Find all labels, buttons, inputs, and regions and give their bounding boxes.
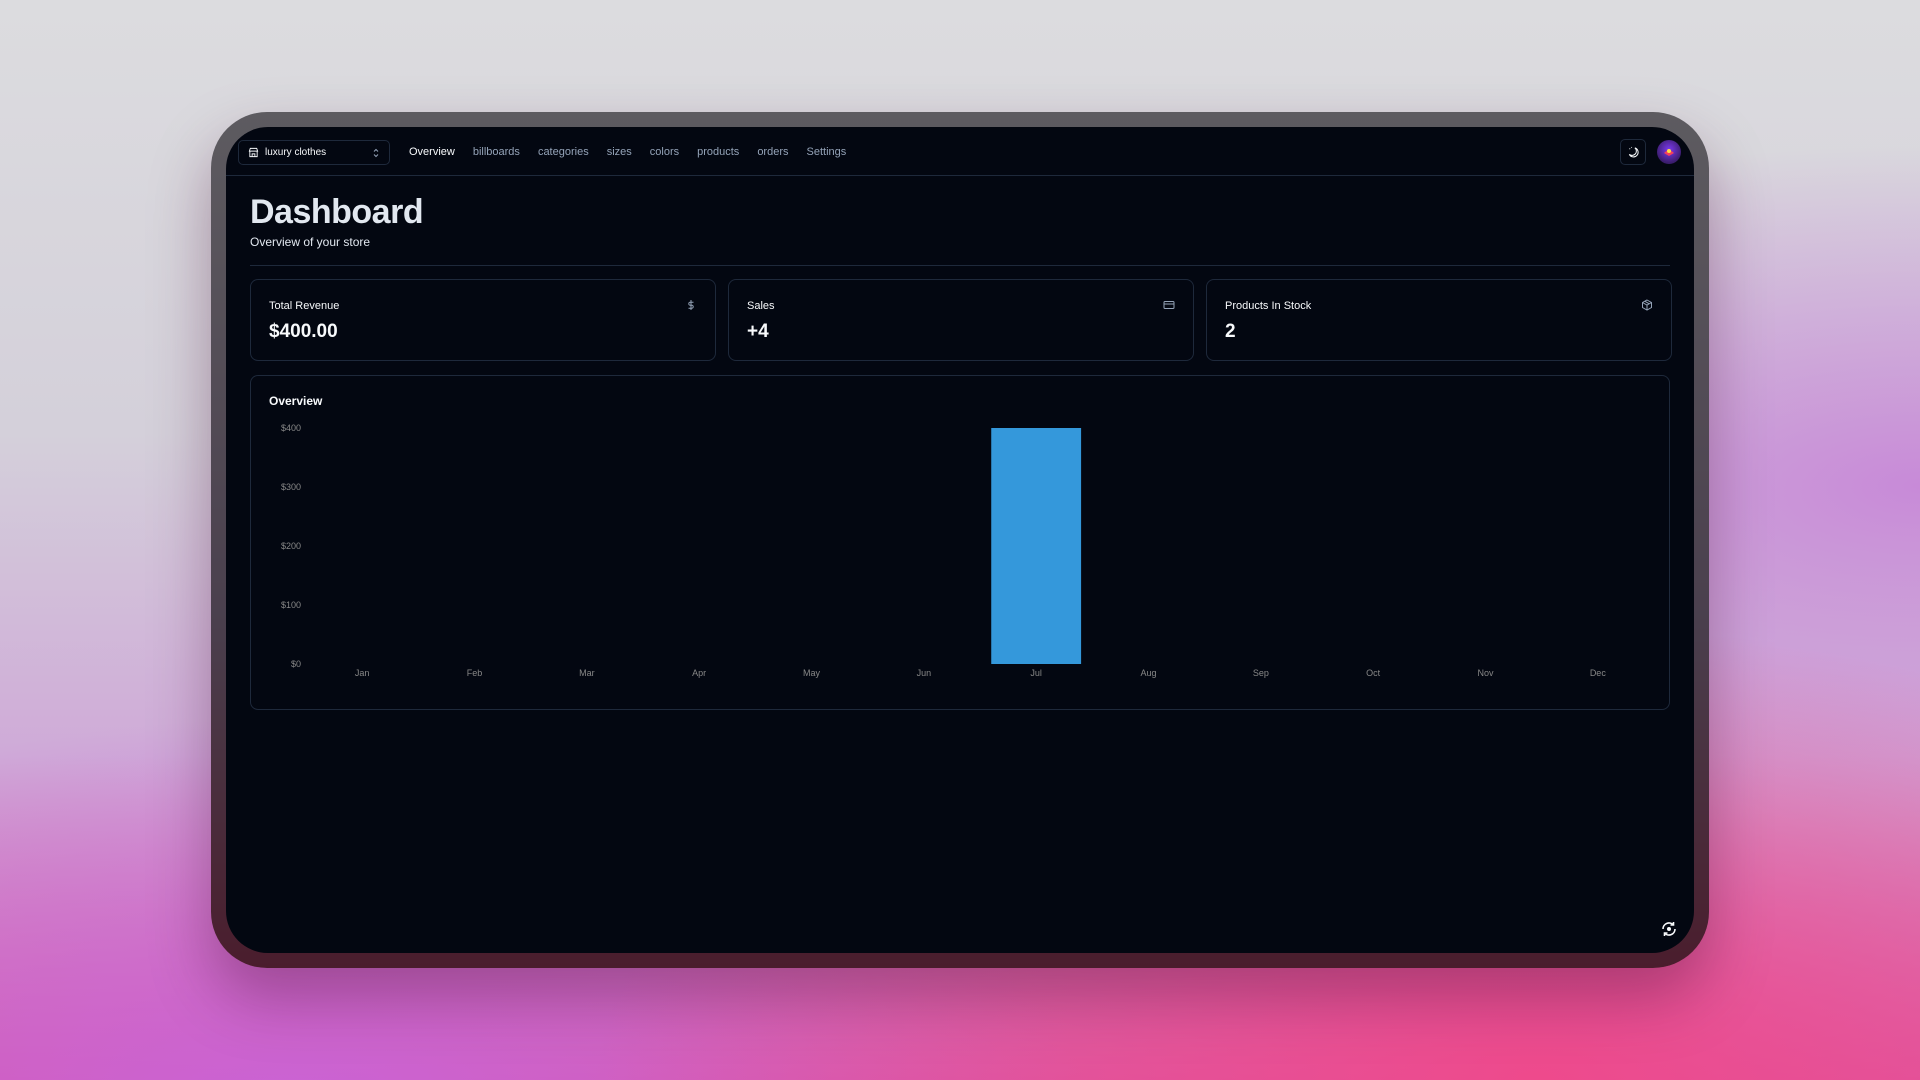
card-title: Total Revenue	[269, 300, 340, 312]
chevrons-up-down-icon	[373, 148, 379, 158]
user-avatar[interactable]	[1657, 140, 1681, 164]
card-value: +4	[747, 321, 769, 342]
credit-card-icon	[1163, 301, 1175, 309]
nav-link-products[interactable]: products	[697, 146, 739, 158]
page-subtitle: Overview of your store	[250, 235, 371, 249]
x-tick-label: Jun	[917, 668, 932, 678]
card-sales: Sales +4	[728, 279, 1194, 361]
moon-icon	[1628, 146, 1639, 157]
card-products-in-stock: Products In Stock 2	[1206, 279, 1672, 361]
avatar-image-icon	[1664, 149, 1674, 156]
x-tick-label: Sep	[1253, 668, 1269, 678]
nav-link-overview[interactable]: Overview	[409, 146, 455, 158]
x-tick-label: Mar	[579, 668, 595, 678]
store-switcher-label: luxury clothes	[265, 147, 327, 158]
y-tick-label: $0	[291, 659, 301, 669]
sync-icon	[1662, 922, 1676, 936]
x-tick-label: Oct	[1366, 668, 1381, 678]
x-tick-label: Aug	[1140, 668, 1156, 678]
card-title: Products In Stock	[1225, 300, 1312, 312]
store-switcher[interactable]: luxury clothes	[238, 140, 390, 165]
app-screen: luxury clothes Overview billboards categ…	[226, 127, 1694, 953]
main-nav: Overview billboards categories sizes col…	[409, 127, 864, 176]
sync-button[interactable]	[1658, 918, 1680, 940]
card-value: 2	[1225, 321, 1236, 342]
x-tick-label: May	[803, 668, 821, 678]
overview-chart-card: Overview $0 $100 $200 $300 $400 Jan Feb Mar Apr M…	[250, 375, 1670, 710]
nav-link-orders[interactable]: orders	[757, 146, 788, 158]
x-tick-label: Dec	[1590, 668, 1607, 678]
header-divider	[250, 265, 1670, 266]
dollar-icon	[688, 300, 694, 310]
y-tick-label: $200	[281, 541, 301, 551]
page-title: Dashboard	[250, 193, 424, 231]
card-value: $400.00	[269, 321, 338, 342]
y-tick-label: $400	[281, 423, 301, 433]
x-tick-label: Feb	[467, 668, 483, 678]
card-total-revenue: Total Revenue $400.00	[250, 279, 716, 361]
nav-link-categories[interactable]: categories	[538, 146, 589, 158]
x-tick-label: Apr	[692, 668, 706, 678]
store-icon	[248, 147, 259, 158]
x-tick-label: Jan	[355, 668, 370, 678]
package-icon	[1642, 299, 1652, 311]
overview-bar-chart: $0 $100 $200 $300 $400 Jan Feb Mar Apr May Jun Jul A…	[281, 423, 1607, 678]
nav-link-colors[interactable]: colors	[650, 146, 679, 158]
top-navbar: luxury clothes Overview billboards categ…	[226, 127, 1694, 176]
nav-link-settings[interactable]: Settings	[807, 146, 847, 158]
y-tick-label: $300	[281, 482, 301, 492]
y-tick-label: $100	[281, 600, 301, 610]
nav-link-billboards[interactable]: billboards	[473, 146, 520, 158]
card-title: Sales	[747, 300, 775, 312]
nav-link-sizes[interactable]: sizes	[607, 146, 632, 158]
x-tick-label: Nov	[1477, 668, 1494, 678]
x-tick-label: Jul	[1030, 668, 1042, 678]
theme-toggle-button[interactable]	[1620, 139, 1646, 165]
bar-jul	[991, 428, 1082, 664]
